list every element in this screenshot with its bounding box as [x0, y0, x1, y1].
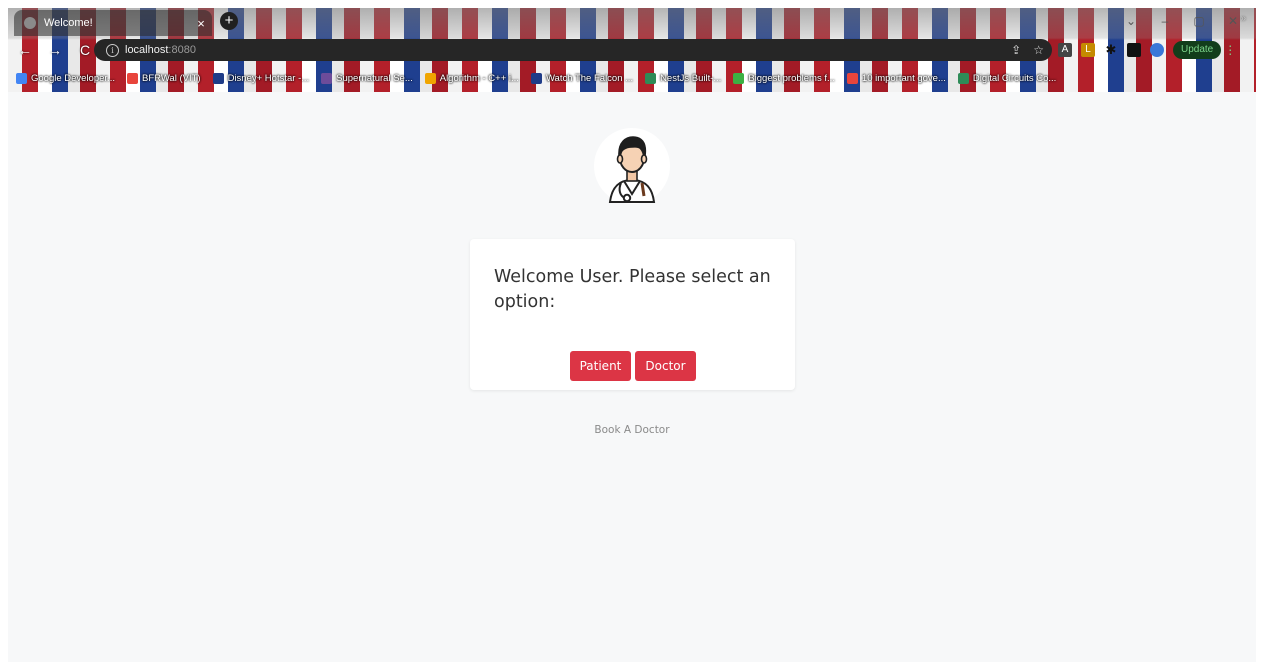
bookmark-label: Digital Circuits Co... — [972, 72, 1057, 84]
back-button[interactable]: ← — [14, 39, 36, 61]
bookmark-label: Biggest problems f... — [748, 72, 835, 84]
menu-kebab-icon[interactable]: ⋮ — [1224, 43, 1236, 57]
browser-window: Welcome! × + ⌄ – ▢ ✕ ← → C i localhost :… — [8, 8, 1256, 662]
bookmark-label: Algorithm - C++ i... — [439, 72, 519, 84]
url-port: :8080 — [168, 44, 196, 56]
bookmark-item[interactable]: Biggest problems f... — [733, 72, 835, 84]
reload-button[interactable]: C — [74, 39, 96, 61]
site-info-icon[interactable]: i — [106, 43, 119, 57]
url-host: localhost — [125, 44, 169, 56]
tab-welcome[interactable]: Welcome! × — [14, 10, 212, 36]
bookmark-label: 10 important gove... — [861, 72, 946, 84]
bookmark-label: Disney+ Hotstar -... — [227, 72, 310, 84]
bookmark-item[interactable]: Watch The Falcon ... — [530, 72, 634, 84]
footer-brand: Book A Doctor — [594, 424, 670, 436]
bookmarks-bar: Google Developer... BFRWal (VIT) Disney+ H… — [8, 66, 1256, 90]
bookmark-item[interactable]: BFRWal (VIT) — [126, 72, 201, 84]
address-bar-actions: ⇪ ☆ — [1011, 39, 1044, 61]
bookmark-item[interactable]: Disney+ Hotstar -... — [212, 72, 310, 84]
options-card: Welcome User. Please select an option: P… — [470, 239, 795, 390]
doctor-avatar-icon — [594, 128, 670, 204]
minimize-button[interactable]: – — [1148, 10, 1182, 32]
bookmark-item[interactable]: NestJs Built-... — [645, 72, 722, 84]
tab-title: Welcome! — [44, 17, 93, 29]
doctor-button[interactable]: Doctor — [635, 351, 696, 381]
bookmark-star-icon[interactable]: ☆ — [1033, 43, 1044, 57]
close-window-button[interactable]: ✕ — [1216, 10, 1250, 32]
bookmark-favicon-icon — [16, 72, 27, 84]
patient-button[interactable]: Patient — [570, 351, 631, 381]
bookmark-favicon-icon — [424, 72, 436, 84]
extension-icon[interactable]: L — [1081, 43, 1095, 57]
forward-button[interactable]: → — [44, 39, 66, 61]
bookmark-favicon-icon — [212, 72, 224, 84]
bookmark-label: Google Developer... — [31, 72, 115, 84]
bookmark-item[interactable]: Algorithm - C++ i... — [424, 72, 519, 84]
bookmark-label: Watch The Falcon ... — [545, 72, 634, 84]
bookmark-favicon-icon — [321, 72, 333, 84]
bookmark-item[interactable]: Supernatural Se... — [321, 72, 413, 84]
extensions-area: A L ✱ Update ⋮ — [1058, 39, 1236, 61]
profile-avatar-icon[interactable] — [1150, 43, 1164, 57]
page-content: Welcome User. Please select an option: P… — [8, 92, 1256, 662]
new-tab-button[interactable]: + — [220, 12, 238, 30]
tab-favicon-icon — [24, 17, 36, 29]
bookmark-favicon-icon — [846, 72, 858, 84]
bookmark-item[interactable]: 10 important gove... — [846, 72, 946, 84]
extension-icon[interactable] — [1127, 43, 1141, 57]
bookmark-favicon-icon — [733, 72, 745, 84]
bookmark-label: Supernatural Se... — [336, 72, 413, 84]
browser-toolbar: ← → C i localhost :8080 ⇪ ☆ A L ✱ Update… — [8, 36, 1256, 64]
bookmark-item[interactable]: Google Developer... — [16, 72, 115, 84]
share-icon[interactable]: ⇪ — [1011, 43, 1021, 57]
address-bar[interactable]: i localhost :8080 ⇪ ☆ — [94, 39, 1052, 61]
window-controls: ⌄ – ▢ ✕ — [1114, 10, 1250, 32]
bookmark-favicon-icon — [957, 72, 969, 84]
bookmark-label: BFRWal (VIT) — [141, 72, 201, 84]
tab-close-icon[interactable]: × — [190, 16, 212, 31]
bookmark-favicon-icon — [126, 72, 138, 84]
tab-strip: Welcome! × + ⌄ – ▢ ✕ — [8, 8, 1256, 36]
extensions-puzzle-icon[interactable]: ✱ — [1104, 43, 1118, 57]
tab-search-icon[interactable]: ⌄ — [1114, 10, 1148, 32]
update-button[interactable]: Update — [1173, 41, 1222, 59]
bookmark-label: NestJs Built-... — [660, 72, 722, 84]
maximize-button[interactable]: ▢ — [1182, 10, 1216, 32]
bookmark-favicon-icon — [530, 72, 542, 84]
bookmark-item[interactable]: Digital Circuits Co... — [957, 72, 1057, 84]
bookmark-favicon-icon — [645, 72, 657, 84]
welcome-prompt: Welcome User. Please select an option: — [494, 267, 771, 312]
extension-icon[interactable]: A — [1058, 43, 1072, 57]
browser-chrome: Welcome! × + ⌄ – ▢ ✕ ← → C i localhost :… — [8, 8, 1256, 92]
